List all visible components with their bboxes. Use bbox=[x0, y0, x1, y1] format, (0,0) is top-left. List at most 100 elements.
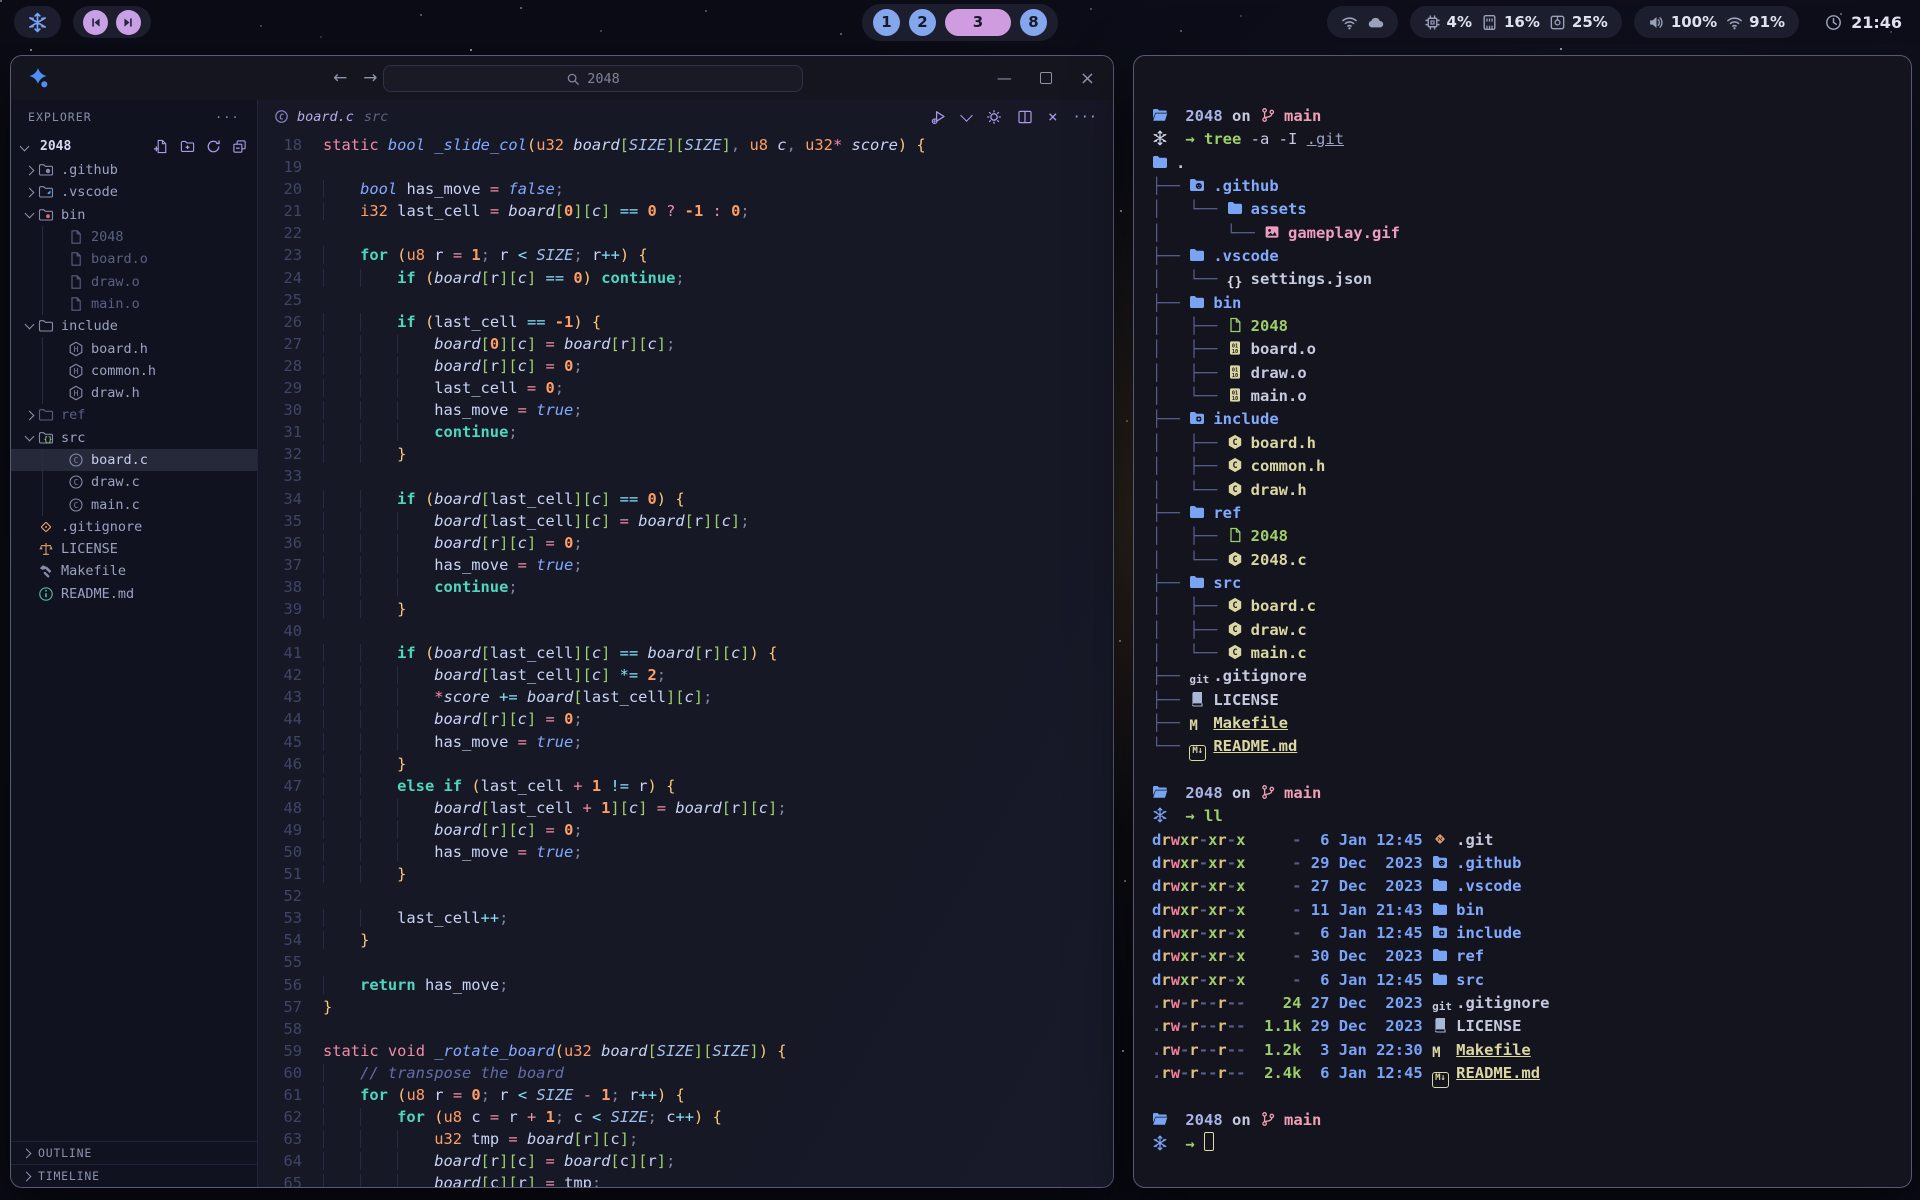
run-code-button[interactable] bbox=[931, 109, 947, 125]
code-line-19[interactable]: 19 bbox=[258, 156, 1113, 178]
sidebar-item-main-c[interactable]: Cmain.c bbox=[11, 493, 257, 515]
sidebar-item-board-c[interactable]: Cboard.c bbox=[11, 449, 257, 471]
code-line-25[interactable]: 25 bbox=[258, 289, 1113, 311]
code-line-46[interactable]: 46 } bbox=[258, 753, 1113, 775]
command-search-input[interactable]: 2048 bbox=[383, 65, 803, 92]
workspace-8[interactable]: 8 bbox=[1020, 9, 1047, 36]
code-line-40[interactable]: 40 bbox=[258, 620, 1113, 642]
more-actions-button[interactable]: ··· bbox=[1073, 109, 1097, 125]
code-editor[interactable]: 18static bool _slide_col(u32 board[SIZE]… bbox=[258, 133, 1113, 1187]
sidebar-item-common-h[interactable]: Hcommon.h bbox=[11, 360, 257, 382]
timeline-panel[interactable]: TIMELINE bbox=[11, 1164, 257, 1187]
collapse-folders-button[interactable] bbox=[232, 139, 247, 154]
code-line-33[interactable]: 33 bbox=[258, 465, 1113, 487]
code-line-26[interactable]: 26 if (last_cell == -1) { bbox=[258, 311, 1113, 333]
code-line-34[interactable]: 34 if (board[last_cell][c] == 0) { bbox=[258, 488, 1113, 510]
code-line-18[interactable]: 18static bool _slide_col(u32 board[SIZE]… bbox=[258, 134, 1113, 156]
media-next-button[interactable] bbox=[116, 10, 141, 35]
sidebar-item-src[interactable]: {}src bbox=[11, 427, 257, 449]
sidebar-item-draw-o[interactable]: draw.o bbox=[11, 270, 257, 292]
code-line-59[interactable]: 59static void _rotate_board(u32 board[SI… bbox=[258, 1040, 1113, 1062]
code-line-61[interactable]: 61 for (u8 r = 0; r < SIZE - 1; r++) { bbox=[258, 1084, 1113, 1106]
code-line-55[interactable]: 55 bbox=[258, 951, 1113, 973]
explorer-more-button[interactable]: ··· bbox=[215, 110, 240, 124]
split-editor-button[interactable] bbox=[1017, 109, 1033, 125]
code-line-44[interactable]: 44 board[r][c] = 0; bbox=[258, 708, 1113, 730]
close-editor-button[interactable]: × bbox=[1048, 107, 1058, 126]
vscode-titlebar[interactable]: ← → 2048 — × bbox=[11, 56, 1113, 100]
nav-forward-button[interactable]: → bbox=[363, 68, 377, 88]
settings-gear-button[interactable] bbox=[986, 109, 1002, 125]
code-line-65[interactable]: 65 board[c][r] = tmp; bbox=[258, 1172, 1113, 1187]
tab-board-c[interactable]: board.c bbox=[297, 109, 354, 125]
code-line-31[interactable]: 31 continue; bbox=[258, 421, 1113, 443]
refresh-explorer-button[interactable] bbox=[206, 139, 221, 154]
network-tray[interactable] bbox=[1327, 6, 1398, 38]
code-line-47[interactable]: 47 else if (last_cell + 1 != r) { bbox=[258, 775, 1113, 797]
launcher-button[interactable] bbox=[14, 6, 61, 38]
sidebar-item--vscode[interactable]: .vscode bbox=[11, 181, 257, 203]
media-prev-button[interactable] bbox=[83, 10, 108, 35]
outline-panel[interactable]: OUTLINE bbox=[11, 1141, 257, 1164]
code-line-32[interactable]: 32 } bbox=[258, 443, 1113, 465]
sidebar-item--github[interactable]: .github bbox=[11, 159, 257, 181]
code-line-51[interactable]: 51 } bbox=[258, 863, 1113, 885]
volume-icon[interactable] bbox=[1648, 14, 1665, 31]
sidebar-item-bin[interactable]: bin bbox=[11, 204, 257, 226]
code-line-41[interactable]: 41 if (board[last_cell][c] == board[r][c… bbox=[258, 642, 1113, 664]
sidebar-item-include[interactable]: include bbox=[11, 315, 257, 337]
code-line-21[interactable]: 21 i32 last_cell = board[0][c] == 0 ? -1… bbox=[258, 200, 1113, 222]
code-line-62[interactable]: 62 for (u8 c = r + 1; c < SIZE; c++) { bbox=[258, 1106, 1113, 1128]
code-line-36[interactable]: 36 board[r][c] = 0; bbox=[258, 532, 1113, 554]
code-line-45[interactable]: 45 has_move = true; bbox=[258, 731, 1113, 753]
code-line-60[interactable]: 60 // transpose the board bbox=[258, 1062, 1113, 1084]
sidebar-item--gitignore[interactable]: .gitignore bbox=[11, 516, 257, 538]
wifi-strength-icon[interactable] bbox=[1726, 14, 1743, 31]
new-file-button[interactable] bbox=[154, 139, 169, 154]
code-line-30[interactable]: 30 has_move = true; bbox=[258, 399, 1113, 421]
code-line-50[interactable]: 50 has_move = true; bbox=[258, 841, 1113, 863]
code-line-48[interactable]: 48 board[last_cell + 1][c] = board[r][c]… bbox=[258, 797, 1113, 819]
code-line-20[interactable]: 20 bool has_move = false; bbox=[258, 178, 1113, 200]
sidebar-item-license[interactable]: LICENSE bbox=[11, 538, 257, 560]
sidebar-item-ref[interactable]: ref bbox=[11, 404, 257, 426]
minimize-button[interactable]: — bbox=[997, 69, 1012, 87]
workspace-1[interactable]: 1 bbox=[873, 9, 900, 36]
sidebar-item-readme-md[interactable]: README.md bbox=[11, 583, 257, 605]
code-line-53[interactable]: 53 last_cell++; bbox=[258, 907, 1113, 929]
code-line-22[interactable]: 22 bbox=[258, 222, 1113, 244]
workspace-3[interactable]: 3 bbox=[945, 9, 1011, 36]
sidebar-item-2048[interactable]: 2048 bbox=[11, 226, 257, 248]
sidebar-item-board-h[interactable]: Hboard.h bbox=[11, 337, 257, 359]
code-line-35[interactable]: 35 board[last_cell][c] = board[r][c]; bbox=[258, 510, 1113, 532]
code-line-23[interactable]: 23 for (u8 r = 1; r < SIZE; r++) { bbox=[258, 244, 1113, 266]
code-line-24[interactable]: 24 if (board[r][c] == 0) continue; bbox=[258, 267, 1113, 289]
code-line-39[interactable]: 39 } bbox=[258, 598, 1113, 620]
code-line-64[interactable]: 64 board[r][c] = board[c][r]; bbox=[258, 1150, 1113, 1172]
code-line-28[interactable]: 28 board[r][c] = 0; bbox=[258, 355, 1113, 377]
workspace-2[interactable]: 2 bbox=[909, 9, 936, 36]
terminal-window[interactable]: 2048 on main → tree -a -I .git.├── .gith… bbox=[1133, 55, 1912, 1188]
maximize-button[interactable] bbox=[1040, 72, 1052, 84]
code-line-58[interactable]: 58 bbox=[258, 1018, 1113, 1040]
sidebar-item-main-o[interactable]: main.o bbox=[11, 293, 257, 315]
code-line-52[interactable]: 52 bbox=[258, 885, 1113, 907]
code-line-43[interactable]: 43 *score += board[last_cell][c]; bbox=[258, 686, 1113, 708]
run-dropdown-icon[interactable] bbox=[960, 109, 973, 122]
code-line-38[interactable]: 38 continue; bbox=[258, 576, 1113, 598]
code-line-37[interactable]: 37 has_move = true; bbox=[258, 554, 1113, 576]
code-line-42[interactable]: 42 board[last_cell][c] *= 2; bbox=[258, 664, 1113, 686]
code-line-29[interactable]: 29 last_cell = 0; bbox=[258, 377, 1113, 399]
nav-back-button[interactable]: ← bbox=[333, 68, 347, 88]
code-line-27[interactable]: 27 board[0][c] = board[r][c]; bbox=[258, 333, 1113, 355]
sidebar-item-draw-h[interactable]: Hdraw.h bbox=[11, 382, 257, 404]
code-line-57[interactable]: 57} bbox=[258, 996, 1113, 1018]
code-line-63[interactable]: 63 u32 tmp = board[r][c]; bbox=[258, 1128, 1113, 1150]
code-line-54[interactable]: 54 } bbox=[258, 929, 1113, 951]
new-folder-button[interactable] bbox=[180, 139, 195, 154]
sidebar-item-board-o[interactable]: board.o bbox=[11, 248, 257, 270]
close-button[interactable]: × bbox=[1080, 68, 1095, 89]
sidebar-item-makefile[interactable]: Makefile bbox=[11, 560, 257, 582]
code-line-56[interactable]: 56 return has_move; bbox=[258, 974, 1113, 996]
explorer-root-folder[interactable]: 2048 bbox=[11, 134, 257, 159]
